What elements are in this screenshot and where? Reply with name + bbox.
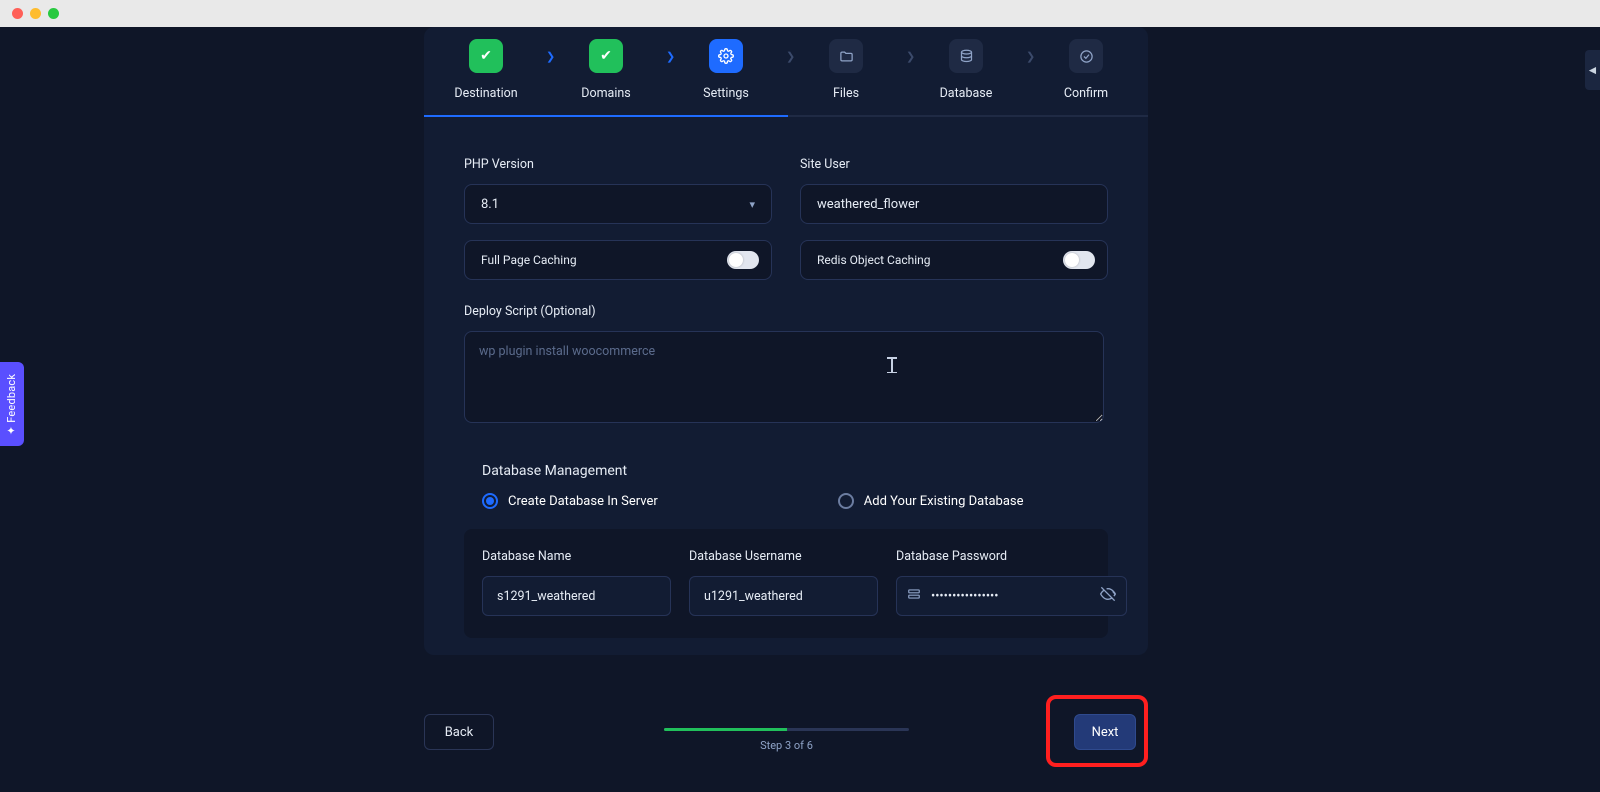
wizard-panel: ✔ Destination ❯ ✔ Domains ❯ Settings ❯ F…	[424, 27, 1148, 655]
deploy-script-textarea[interactable]	[464, 331, 1104, 423]
confirm-icon	[1069, 39, 1103, 73]
php-version-label: PHP Version	[464, 157, 772, 172]
radio-existing-db-label: Add Your Existing Database	[864, 494, 1024, 509]
wizard-stepper: ✔ Destination ❯ ✔ Domains ❯ Settings ❯ F…	[424, 27, 1148, 101]
right-drawer-toggle[interactable]: ◄	[1585, 50, 1600, 90]
mac-titlebar	[0, 0, 1600, 27]
next-button[interactable]: Next	[1074, 714, 1136, 750]
back-button[interactable]: Back	[424, 714, 494, 750]
full-page-caching-row: Full Page Caching	[464, 240, 772, 280]
db-name-label: Database Name	[482, 549, 671, 564]
radio-icon	[838, 493, 854, 509]
php-version-value: 8.1	[481, 197, 499, 212]
redis-caching-toggle[interactable]	[1063, 251, 1095, 269]
generate-password-icon[interactable]	[907, 587, 921, 605]
window-close-dot[interactable]	[12, 8, 23, 19]
step-confirm[interactable]: Confirm	[1026, 39, 1146, 101]
feedback-label: ✦ Feedback	[6, 373, 19, 434]
step-destination[interactable]: ✔ Destination	[426, 39, 546, 101]
deploy-script-label: Deploy Script (Optional)	[464, 304, 1108, 319]
step-domains[interactable]: ✔ Domains	[546, 39, 666, 101]
wizard-footer: Back Step 3 of 6 Next	[424, 694, 1148, 764]
stepper-underline	[424, 115, 1148, 117]
step-settings[interactable]: Settings	[666, 39, 786, 101]
site-user-input[interactable]	[800, 184, 1108, 224]
php-version-select[interactable]: 8.1 ▾	[464, 184, 772, 224]
radio-create-db[interactable]: Create Database In Server	[482, 493, 658, 509]
full-page-caching-label: Full Page Caching	[481, 253, 577, 267]
check-icon: ✔	[469, 39, 503, 73]
radio-create-db-label: Create Database In Server	[508, 494, 658, 509]
db-password-input[interactable]	[931, 589, 1090, 604]
db-credentials-box: Database Name Database Username Database…	[464, 529, 1108, 638]
chevron-left-icon: ◄	[1587, 63, 1599, 77]
full-page-caching-toggle[interactable]	[727, 251, 759, 269]
eye-off-icon[interactable]	[1100, 586, 1116, 606]
db-mgmt-title: Database Management	[482, 463, 1108, 479]
radio-icon	[482, 493, 498, 509]
window-maximize-dot[interactable]	[48, 8, 59, 19]
chevron-down-icon: ▾	[749, 198, 755, 211]
redis-caching-row: Redis Object Caching	[800, 240, 1108, 280]
check-icon: ✔	[589, 39, 623, 73]
redis-caching-label: Redis Object Caching	[817, 253, 931, 267]
wizard-progress: Step 3 of 6	[664, 728, 909, 752]
window-minimize-dot[interactable]	[30, 8, 41, 19]
site-user-label: Site User	[800, 157, 1108, 172]
db-user-input[interactable]	[689, 576, 878, 616]
step-files[interactable]: Files	[786, 39, 906, 101]
db-name-input[interactable]	[482, 576, 671, 616]
feedback-tab[interactable]: ✦ Feedback	[0, 362, 24, 446]
db-user-label: Database Username	[689, 549, 878, 564]
db-password-label: Database Password	[896, 549, 1127, 564]
database-icon	[949, 39, 983, 73]
folder-icon	[829, 39, 863, 73]
progress-text: Step 3 of 6	[664, 739, 909, 752]
radio-existing-db[interactable]: Add Your Existing Database	[838, 493, 1024, 509]
step-database[interactable]: Database	[906, 39, 1026, 101]
gear-icon	[709, 39, 743, 73]
